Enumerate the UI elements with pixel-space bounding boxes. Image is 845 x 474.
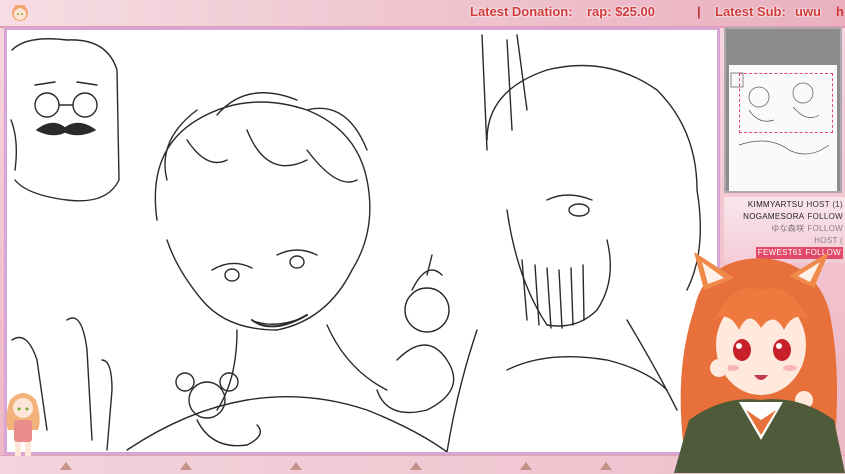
- event-type: FOLLOW: [807, 212, 843, 221]
- event-row: KIMMYARTSU HOST (1): [748, 199, 843, 211]
- event-name: KIMMYARTSU: [747, 200, 804, 209]
- ticker-overflow-text: h: [836, 4, 844, 19]
- top-ticker-bar: Latest Donation: rap: $25.00 | Latest Su…: [0, 0, 845, 28]
- vtuber-avatar: [674, 252, 845, 473]
- event-row: ゆな森咲 FOLLOW: [771, 223, 843, 235]
- event-name: NOGAMESORA: [743, 212, 805, 221]
- navigator-viewport-rect[interactable]: [739, 73, 833, 133]
- latest-donation-label: Latest Donation:: [470, 4, 573, 19]
- event-name: ゆな森咲: [771, 224, 805, 233]
- chibi-avatar-icon: [12, 4, 28, 21]
- latest-sub-label: Latest Sub:: [715, 4, 786, 19]
- navigator-preview[interactable]: [724, 27, 842, 193]
- chibi-girl-icon: [6, 393, 40, 456]
- event-type: HOST (1): [806, 200, 843, 209]
- latest-sub-value: uwu: [795, 4, 821, 19]
- navigator-thumbnail: [729, 65, 837, 191]
- event-type: FOLLOW: [807, 224, 843, 233]
- sketch-artwork: [10, 34, 702, 452]
- event-row: NOGAMESORA FOLLOW: [743, 211, 843, 223]
- latest-donation-value: rap: $25.00: [587, 4, 655, 19]
- event-row: HOST (: [811, 235, 843, 247]
- drawing-canvas[interactable]: [4, 27, 720, 455]
- ticker-separator: |: [697, 4, 701, 19]
- event-type: HOST (: [814, 236, 843, 245]
